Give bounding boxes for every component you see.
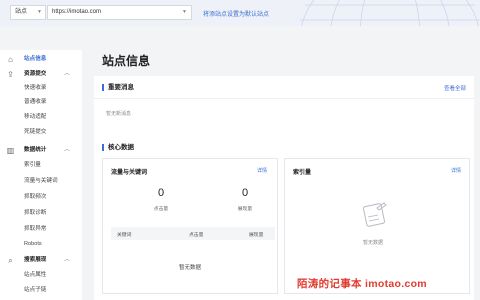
traffic-keywords-card: 流量与关键词 详情 0 点击量 0 展现量 关键词 点击量 展现量 暂无数据: [102, 158, 278, 294]
column-header-keyword[interactable]: 关键词: [117, 231, 131, 238]
sidebar-item-label: 资源提交: [24, 71, 47, 77]
traffic-card-title: 流量与关键词: [111, 170, 148, 176]
index-card-title: 索引量: [293, 170, 312, 176]
sidebar-item-label: 流量与关键词: [24, 178, 58, 184]
sidebar-item-label: 站点属性: [24, 272, 47, 278]
sidebar-item-label: 索引量: [24, 162, 41, 168]
index-volume-card: 索引量 详情 暂无数据: [284, 158, 470, 294]
sidebar-item-mobile-adapt[interactable]: 移动适配: [0, 110, 82, 124]
search-icon: ⌕: [8, 256, 13, 265]
sidebar: ⌂ 站点信息 ⇪ 资源提交 ︿ 快速收录 普通收录 移动适配 死链提交 ▥ 数据…: [0, 50, 82, 300]
sidebar-group-statistics[interactable]: ▥ 数据统计 ︿: [0, 143, 82, 157]
top-bar: 站点 ▼ https://imotao.com ▼ 将添站点设置为默认站点: [0, 0, 480, 26]
sidebar-item-robots[interactable]: Robots: [0, 237, 82, 251]
impressions-value: 0: [241, 187, 249, 199]
sidebar-item-label: Robots: [24, 241, 42, 247]
messages-empty-text: 暂无新消息: [106, 111, 132, 117]
site-url-select[interactable]: https://imotao.com ▼: [47, 5, 192, 20]
sidebar-item-sitelinks[interactable]: 站点子链: [0, 283, 82, 297]
set-default-site-link[interactable]: 将添站点设置为默认站点: [203, 9, 269, 18]
table-empty-text: 暂无数据: [179, 265, 202, 271]
site-url-value: https://imotao.com: [52, 9, 102, 15]
globe-decoration: [300, 0, 480, 26]
sidebar-item-label: 快速收录: [24, 85, 47, 91]
sidebar-item-crawl-frequency[interactable]: 抓取频次: [0, 190, 82, 204]
sidebar-item-label: 抓取异常: [24, 226, 47, 232]
clicks-value: 0: [157, 187, 165, 199]
column-header-impressions[interactable]: 展现量: [249, 231, 263, 238]
sidebar-item-label: 抓取诊断: [24, 210, 47, 216]
chevron-up-icon: ︿: [63, 147, 70, 153]
index-empty-text: 暂无数据: [363, 240, 384, 246]
sidebar-item-label: 站点信息: [24, 56, 47, 62]
sidebar-item-index-volume[interactable]: 索引量: [0, 158, 82, 172]
clicks-label: 点击量: [153, 207, 169, 212]
sidebar-group-resource-submit[interactable]: ⇪ 资源提交 ︿: [0, 67, 82, 81]
sidebar-group-search-display[interactable]: ⌕ 搜索展现 ︿: [0, 253, 82, 267]
sidebar-item-label: 站点子链: [24, 287, 47, 293]
sidebar-item-label: 死链提交: [24, 129, 47, 135]
view-all-link[interactable]: 查看全部: [444, 84, 466, 92]
column-header-clicks[interactable]: 点击量: [189, 231, 203, 238]
sidebar-item-site-info[interactable]: ⌂ 站点信息: [0, 52, 82, 66]
sidebar-item-traffic-keywords[interactable]: 流量与关键词: [0, 174, 82, 188]
page-title: 站点信息: [102, 54, 151, 68]
chevron-down-icon: ▼: [182, 9, 187, 15]
sidebar-item-dead-link[interactable]: 死链提交: [0, 125, 82, 139]
site-type-select-value: 站点: [15, 9, 28, 15]
traffic-detail-link[interactable]: 详情: [257, 167, 267, 174]
main-content: 站点信息 重要消息 查看全部 暂无新消息 核心数据 流量与关键词 详情 0 点击…: [88, 26, 480, 300]
sidebar-item-label: 普通收录: [24, 99, 47, 105]
chevron-up-icon: ︿: [63, 257, 70, 263]
sidebar-item-label: 数据统计: [24, 147, 47, 153]
watermark: 陌涛的记事本 imotao.com: [297, 278, 427, 290]
sidebar-item-label: 抓取频次: [24, 194, 47, 200]
sidebar-item-fast-index[interactable]: 快速收录: [0, 81, 82, 95]
divider: [94, 98, 474, 99]
sidebar-item-crawl-errors[interactable]: 抓取异常: [0, 222, 82, 236]
upload-icon: ⇪: [7, 70, 14, 79]
chevron-down-icon: ▼: [37, 9, 42, 15]
empty-document-icon: [362, 202, 387, 227]
chart-icon: ▥: [6, 146, 15, 155]
chevron-up-icon: ︿: [63, 71, 70, 77]
home-icon: ⌂: [8, 55, 13, 64]
core-data-title: 核心数据: [102, 144, 134, 151]
sidebar-item-crawl-diagnosis[interactable]: 抓取诊断: [0, 206, 82, 220]
keyword-table-header: 关键词 点击量 展现量: [111, 227, 275, 240]
index-detail-link[interactable]: 详情: [451, 167, 461, 174]
site-type-select[interactable]: 站点 ▼: [10, 5, 46, 20]
sidebar-item-label: 移动适配: [24, 114, 47, 120]
important-messages-title: 重要消息: [102, 84, 134, 91]
sidebar-item-site-attributes[interactable]: 站点属性: [0, 268, 82, 282]
sidebar-item-label: 搜索展现: [24, 257, 47, 263]
impressions-label: 展现量: [237, 207, 253, 212]
sidebar-item-normal-index[interactable]: 普通收录: [0, 95, 82, 109]
